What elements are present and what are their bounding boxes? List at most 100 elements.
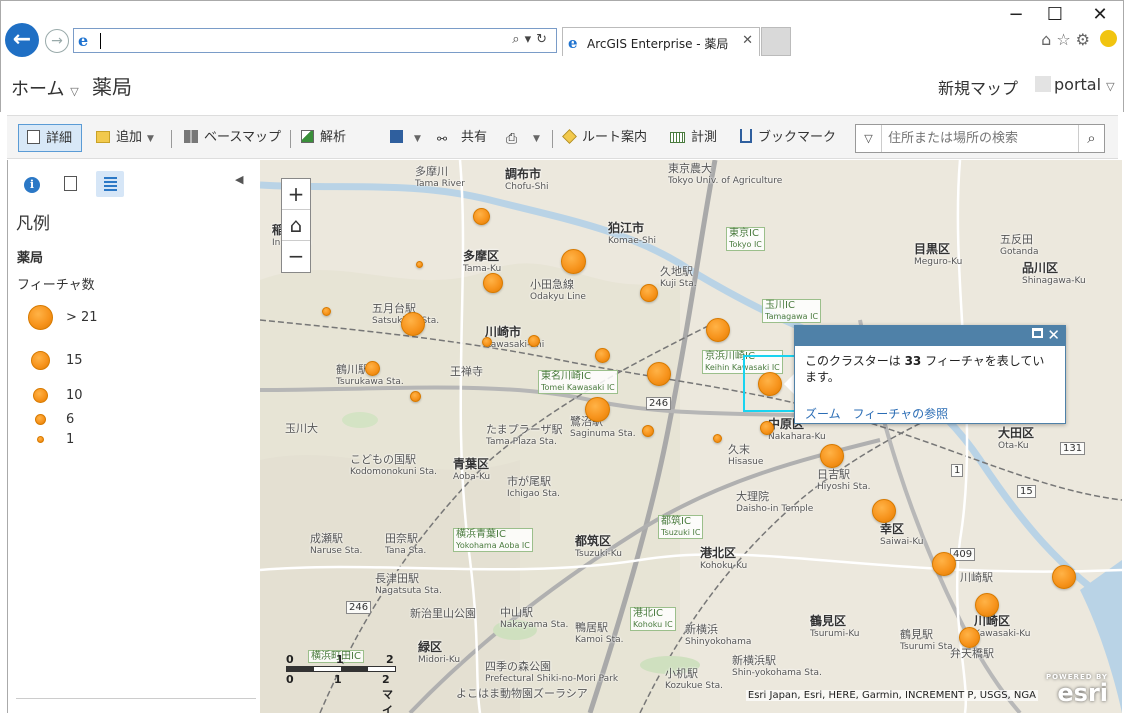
interchange-label: 港北IC Kohoku IC <box>630 607 676 631</box>
address-tools-icons[interactable]: ⌕▾↻ <box>512 32 552 47</box>
app-header: ホーム ▽ 薬局 新規マップ portal ▽ <box>0 62 1124 112</box>
map-attribution[interactable]: Esri Japan, Esri, HERE, Garmin, INCREMEN… <box>745 690 1038 701</box>
cluster-marker[interactable] <box>561 249 586 274</box>
legend-item-label: 15 <box>66 353 83 368</box>
zoom-in-button[interactable]: + <box>282 179 310 210</box>
legend-item: 15 <box>8 347 208 377</box>
bookmarks-label: ブックマーク <box>758 130 837 145</box>
add-label: 追加 <box>116 130 143 145</box>
cluster-marker[interactable] <box>820 444 844 468</box>
esri-logo-name: esri <box>1057 679 1108 707</box>
analysis-button[interactable]: 解析 <box>301 124 346 152</box>
cluster-marker[interactable] <box>640 284 658 302</box>
cluster-marker[interactable] <box>975 593 999 617</box>
minimize-button[interactable]: − <box>1001 3 1031 27</box>
search-source-dropdown[interactable]: ▽ <box>856 125 882 152</box>
maximize-button[interactable]: ☐ <box>1040 3 1070 27</box>
close-window-button[interactable]: ✕ <box>1085 3 1115 27</box>
cluster-marker[interactable] <box>706 318 730 342</box>
legend-item-label: 6 <box>66 412 75 427</box>
browser-tab[interactable]: e ArcGIS Enterprise - 薬局 ✕ <box>562 27 760 56</box>
cluster-marker[interactable] <box>872 499 896 523</box>
cluster-marker[interactable] <box>758 372 782 396</box>
cluster-marker[interactable] <box>482 337 492 347</box>
browser-right-icons[interactable]: ⌂☆⚙ <box>1041 30 1095 49</box>
map-label: 五反田 Gotanda <box>1000 233 1039 257</box>
tab-close-icon[interactable]: ✕ <box>742 33 753 48</box>
close-popup-icon[interactable]: ✕ <box>1047 326 1060 345</box>
cluster-marker[interactable] <box>528 335 540 347</box>
esri-logo[interactable]: POWERED BY esri <box>1046 673 1108 705</box>
cluster-marker[interactable] <box>595 348 610 363</box>
map-label: 日吉駅 Hiyoshi Sta. <box>817 468 871 492</box>
details-label: 詳細 <box>46 131 73 146</box>
map-label: 品川区 Shinagawa-Ku <box>1022 261 1086 287</box>
content-list-icon <box>63 176 77 191</box>
user-menu[interactable]: portal ▽ <box>1035 75 1115 94</box>
cluster-marker[interactable] <box>760 421 774 435</box>
about-tab[interactable]: i <box>18 171 46 197</box>
scale-km-label: 2 <box>386 653 394 666</box>
search-icon[interactable]: ⌕ <box>1078 125 1104 152</box>
cluster-marker[interactable] <box>416 261 423 268</box>
page-title: 薬局 <box>92 75 132 99</box>
maximize-popup-icon[interactable] <box>1032 328 1043 338</box>
panel-divider <box>16 698 256 699</box>
map-label: 新横浜駅 Shin-yokohama Sta. <box>732 654 822 678</box>
cluster-marker[interactable] <box>647 362 671 386</box>
bookmarks-button[interactable]: ブックマーク <box>740 124 836 152</box>
print-button[interactable]: ⎙ ▼ <box>506 124 540 152</box>
tab-title: ArcGIS Enterprise - 薬局 <box>587 37 729 51</box>
details-button[interactable]: 詳細 <box>18 124 82 152</box>
home-menu[interactable]: ホーム ▽ <box>11 75 79 101</box>
popup-actions: ズーム フィーチャの参照 <box>805 405 956 422</box>
ruler-icon <box>670 132 685 143</box>
directions-button[interactable]: ルート案内 <box>562 124 647 152</box>
map-label: 鴨居駅 Kamoi Sta. <box>575 621 624 645</box>
cluster-marker[interactable] <box>713 434 722 443</box>
cluster-marker[interactable] <box>959 627 980 648</box>
map-label: 市が尾駅 Ichigao Sta. <box>507 475 561 499</box>
map-label: 新治里山公園 <box>410 607 476 620</box>
add-button[interactable]: 追加 ▼ <box>96 124 154 152</box>
new-tab-button[interactable] <box>761 27 791 56</box>
feedback-smiley-icon[interactable] <box>1100 30 1117 47</box>
legend-item-label: > 21 <box>66 310 98 325</box>
cluster-marker[interactable] <box>642 425 654 437</box>
scale-km-label: 0 <box>286 653 294 666</box>
cluster-marker[interactable] <box>1052 565 1076 589</box>
search-input[interactable] <box>886 129 1076 148</box>
measure-button[interactable]: 計測 <box>670 124 717 152</box>
cluster-marker[interactable] <box>401 312 425 336</box>
address-bar[interactable]: e ⌕▾↻ <box>73 28 557 53</box>
legend-tab[interactable] <box>96 171 124 197</box>
cluster-marker[interactable] <box>322 307 331 316</box>
map-label: 長津田駅 Nagatsuta Sta. <box>375 572 442 596</box>
save-button[interactable]: ▼ <box>390 124 421 152</box>
cluster-marker[interactable] <box>365 361 380 376</box>
cluster-symbol-xs <box>37 436 44 443</box>
route-shield: 131 <box>1060 442 1086 455</box>
cluster-marker[interactable] <box>410 391 421 402</box>
browse-features-link[interactable]: フィーチャの参照 <box>852 407 948 421</box>
cluster-marker[interactable] <box>932 552 956 576</box>
basemap-button[interactable]: ベースマップ <box>184 124 281 152</box>
back-arrow-icon[interactable]: ← <box>5 23 39 57</box>
zoom-to-link[interactable]: ズーム <box>805 407 841 421</box>
forward-arrow-icon[interactable]: → <box>45 29 69 53</box>
zoom-out-button[interactable]: − <box>282 241 310 272</box>
cluster-marker[interactable] <box>585 397 610 422</box>
printer-icon: ⎙ <box>506 131 518 147</box>
address-caret <box>100 33 101 49</box>
map-view[interactable]: 調布市Chofu-Shi 狛江市Komae-Shi 多摩区Tama-Ku 稲城市… <box>260 160 1122 713</box>
map-label: 都筑区 Tsuzuki-Ku <box>575 534 622 560</box>
share-button[interactable]: ⚯ 共有 <box>437 124 487 152</box>
cluster-marker[interactable] <box>473 208 490 225</box>
toolbar-divider <box>171 130 172 148</box>
browser-chrome: − ☐ ✕ ← → e ⌕▾↻ e ArcGIS Enterprise - 薬局… <box>0 0 1124 62</box>
cluster-marker[interactable] <box>483 273 503 293</box>
home-extent-icon[interactable]: ⌂ <box>282 210 310 241</box>
collapse-panel-icon[interactable]: ◀ <box>235 173 243 186</box>
new-map-link[interactable]: 新規マップ <box>938 75 1018 99</box>
content-tab[interactable] <box>56 171 84 197</box>
